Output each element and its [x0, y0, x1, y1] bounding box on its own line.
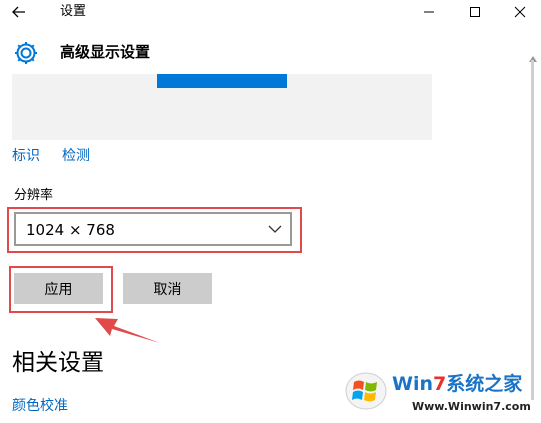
chevron-down-icon	[268, 225, 282, 233]
back-button[interactable]	[8, 2, 30, 22]
close-button[interactable]	[497, 0, 541, 24]
related-settings-heading: 相关设置	[12, 350, 104, 376]
monitor-tile[interactable]	[157, 74, 287, 88]
title-bar: 设置	[0, 0, 541, 24]
color-calibration-link[interactable]: 颜色校准	[12, 397, 68, 415]
watermark-url: Www.Winwin7.com	[412, 400, 531, 413]
annotation-arrow-icon	[95, 318, 160, 343]
back-arrow-icon	[12, 6, 25, 18]
resolution-label: 分辨率	[14, 188, 54, 203]
window-title: 设置	[60, 4, 87, 19]
watermark-brand-seven: 7	[433, 373, 447, 395]
minimize-button[interactable]	[406, 0, 452, 24]
minimize-icon	[424, 11, 434, 13]
watermark-brand: Win7系统之家	[392, 372, 522, 396]
close-icon	[514, 6, 526, 18]
identify-link[interactable]: 标识	[12, 147, 40, 165]
watermark-brand-suffix: 系统之家	[446, 373, 523, 395]
detect-link[interactable]: 检测	[62, 147, 90, 165]
maximize-button[interactable]	[452, 0, 498, 24]
maximize-icon	[470, 7, 480, 17]
watermark-brand-win: Win	[392, 373, 433, 395]
watermark: Win7系统之家 Www.Winwin7.com	[340, 363, 541, 423]
scrollbar[interactable]	[531, 60, 534, 400]
gear-icon	[15, 42, 37, 64]
resolution-dropdown[interactable]: 1024 × 768	[14, 212, 292, 246]
page-title: 高级显示设置	[60, 43, 151, 61]
resolution-value: 1024 × 768	[26, 221, 115, 239]
apply-button[interactable]: 应用	[14, 273, 103, 304]
windows-logo-icon	[345, 372, 387, 410]
cancel-button[interactable]: 取消	[123, 273, 212, 304]
page-header: 高级显示设置	[0, 30, 541, 74]
